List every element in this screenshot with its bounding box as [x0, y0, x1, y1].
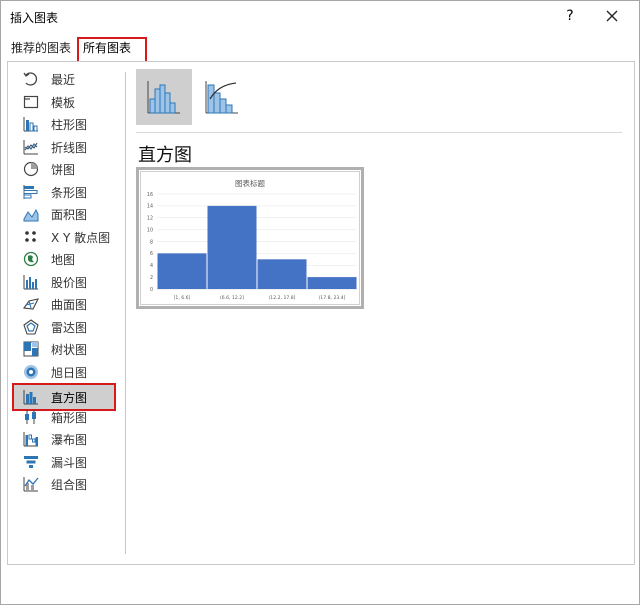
tab-recommended-charts[interactable]: 推荐的图表	[7, 37, 79, 59]
sidebar-item-bar[interactable]: 条形图	[15, 181, 115, 203]
box-whisker-chart-icon	[25, 409, 36, 424]
histogram-bar	[307, 277, 357, 289]
recent-icon	[23, 72, 38, 86]
sidebar-item-label: 雷达图	[51, 320, 88, 335]
sidebar-item-label: 旭日图	[51, 365, 88, 380]
sidebar-item-scatter[interactable]: X Y 散点图	[15, 226, 115, 248]
sidebar-item-area[interactable]: 面积图	[15, 203, 115, 225]
radar-chart-icon	[23, 318, 39, 335]
sidebar-item-map[interactable]: 地图	[15, 248, 115, 270]
y-tick-label: 4	[150, 263, 153, 269]
pie-chart-icon	[23, 161, 39, 177]
sidebar-item-label: 模板	[51, 95, 76, 110]
subtype-histogram[interactable]	[136, 69, 192, 125]
close-icon	[606, 10, 618, 22]
y-tick-label: 16	[147, 192, 153, 198]
sidebar-item-recent[interactable]: 最近	[15, 68, 115, 90]
y-tick-label: 6	[150, 251, 153, 257]
chart-preview-canvas: 图表标题 0 2 4 6 8 10 12 14 16 [1, 6.6] (6.6, 12.2] (1…	[140, 171, 360, 305]
waterfall-chart-icon	[23, 432, 38, 447]
sidebar-item-label: 漏斗图	[51, 455, 88, 470]
sidebar-item-template[interactable]: 模板	[15, 91, 115, 113]
x-tick-label: (17.8, 23.4]	[319, 295, 346, 301]
pareto-icon	[205, 81, 238, 114]
panel-divider	[125, 72, 126, 554]
sidebar-item-funnel[interactable]: 漏斗图	[15, 451, 115, 473]
sidebar-item-box-whisker[interactable]: 箱形图	[15, 406, 115, 428]
insert-chart-dialog: 插入图表 ? 推荐的图表 所有图表 最近 模板 柱形图 折线图 饼图 条形图 面…	[0, 0, 640, 605]
sidebar-item-label: 股价图	[51, 275, 88, 290]
help-button[interactable]: ?	[559, 5, 581, 27]
y-tick-label: 2	[150, 275, 153, 281]
sidebar-item-pie[interactable]: 饼图	[15, 158, 115, 180]
x-tick-label: [1, 6.6]	[174, 295, 191, 301]
bar-chart-icon	[23, 184, 38, 199]
sidebar-item-label: 直方图	[51, 391, 88, 405]
template-icon	[23, 95, 39, 108]
combo-chart-icon	[23, 477, 39, 492]
treemap-chart-icon	[23, 341, 39, 357]
y-tick-label: 14	[147, 204, 153, 210]
x-tick-label: (6.6, 12.2]	[220, 295, 244, 301]
all-charts-panel: 最近 模板 柱形图 折线图 饼图 条形图 面积图 X Y 散点图 地图 股价图 …	[7, 61, 635, 565]
sidebar-item-label: 地图	[51, 253, 76, 267]
histogram-bar	[257, 259, 307, 289]
map-chart-icon	[23, 251, 39, 267]
sidebar-item-label: 柱形图	[51, 118, 88, 132]
area-chart-icon	[23, 208, 39, 222]
y-tick-label: 10	[147, 227, 153, 233]
sidebar-item-column[interactable]: 柱形图	[15, 113, 115, 135]
sidebar-item-label: 条形图	[51, 185, 88, 200]
chart-preview[interactable]: 图表标题 0 2 4 6 8 10 12 14 16 [1, 6.6] (6.6, 12.2] (1…	[136, 167, 364, 309]
tab-all-charts[interactable]: 所有图表	[77, 37, 147, 63]
sidebar-item-label: 曲面图	[51, 298, 88, 312]
sidebar-item-label: 面积图	[51, 208, 88, 222]
sunburst-chart-icon	[24, 364, 38, 379]
funnel-chart-icon	[24, 455, 38, 468]
histogram-icon	[147, 81, 180, 114]
sidebar-item-stock[interactable]: 股价图	[15, 271, 115, 293]
close-button[interactable]	[601, 5, 623, 27]
header-divider	[136, 132, 622, 133]
sidebar-item-label: 瀑布图	[51, 433, 88, 447]
sidebar-item-label: 折线图	[51, 140, 88, 155]
sidebar-item-combo[interactable]: 组合图	[15, 473, 115, 495]
stock-chart-icon	[23, 274, 38, 289]
histogram-bar	[207, 205, 257, 289]
scatter-chart-icon	[25, 230, 36, 242]
line-chart-icon	[23, 139, 38, 154]
dialog-title: 插入图表	[10, 11, 59, 25]
x-tick-label: (12.2, 17.8]	[269, 295, 296, 301]
sidebar-item-line[interactable]: 折线图	[15, 136, 115, 158]
y-tick-label: 12	[147, 216, 153, 222]
y-tick-label: 8	[150, 239, 153, 245]
sidebar-item-label: X Y 散点图	[51, 230, 111, 245]
column-chart-icon	[23, 117, 38, 132]
sidebar-item-treemap[interactable]: 树状图	[15, 338, 115, 360]
histogram-preview-chart: 图表标题 0 2 4 6 8 10 12 14 16 [1, 6.6] (6.6, 12.2] (1…	[147, 178, 357, 301]
subtype-pareto[interactable]	[194, 69, 250, 125]
histogram-chart-icon	[23, 390, 38, 405]
sidebar-item-label: 树状图	[51, 343, 88, 357]
chart-title: 图表标题	[235, 178, 265, 188]
sidebar-item-label: 组合图	[51, 478, 88, 492]
sidebar-item-surface[interactable]: 曲面图	[15, 293, 115, 315]
title-bar: 插入图表 ?	[1, 1, 639, 33]
sidebar-item-sunburst[interactable]: 旭日图	[15, 361, 115, 383]
sidebar-item-label: 饼图	[51, 163, 76, 177]
sidebar-item-label: 最近	[51, 73, 76, 87]
sidebar-item-radar[interactable]: 雷达图	[15, 316, 115, 338]
histogram-bar	[157, 253, 207, 289]
sidebar-item-label: 箱形图	[51, 410, 88, 425]
chart-type-heading: 直方图	[138, 145, 192, 166]
sidebar-item-waterfall[interactable]: 瀑布图	[15, 428, 115, 450]
surface-chart-icon	[23, 298, 39, 310]
y-tick-label: 0	[150, 287, 153, 293]
